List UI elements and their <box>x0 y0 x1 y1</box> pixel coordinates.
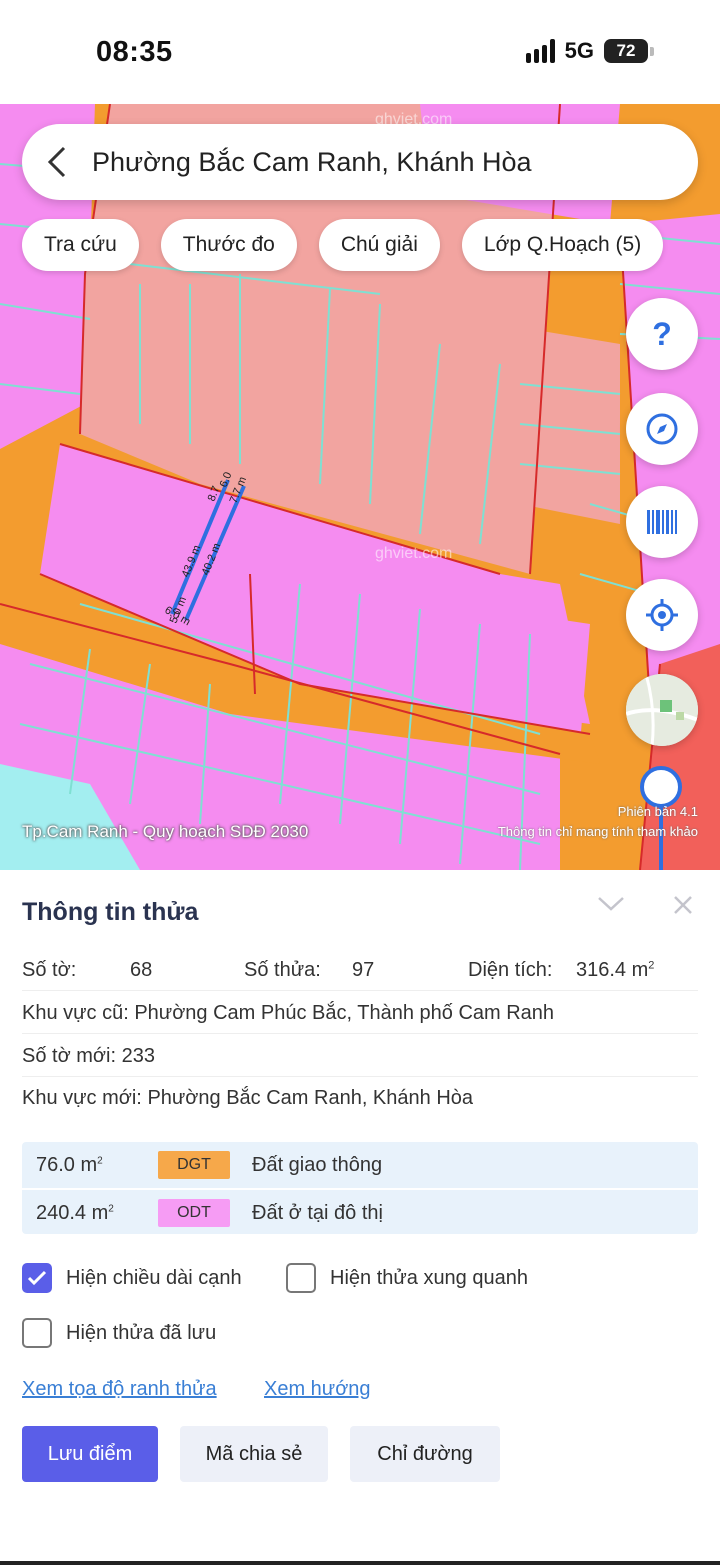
checkbox-unchecked[interactable] <box>286 1263 316 1293</box>
land-use-area: 76.0 m2 <box>36 1153 103 1176</box>
map-toolbar: Tra cứu Thước đo Chú giải Lớp Q.Hoạch (5… <box>22 219 664 271</box>
old-area-value: Phường Cam Phúc Bắc, Thành phố Cam Ranh <box>134 1002 555 1024</box>
land-use-code-badge: ODT <box>158 1199 230 1227</box>
status-time: 08:35 <box>96 36 173 68</box>
back-button[interactable] <box>22 124 92 200</box>
chip-legend[interactable]: Chú giải <box>318 219 440 271</box>
panel-title: Thông tin thửa <box>22 898 199 926</box>
home-indicator <box>0 1561 720 1565</box>
chip-planning-layers[interactable]: Lớp Q.Hoạch (5) <box>461 219 664 271</box>
land-use-table: 76.0 m2 DGT Đất giao thông 240.4 m2 ODT … <box>22 1142 698 1234</box>
close-button[interactable] <box>670 892 696 923</box>
view-direction-link[interactable]: Xem hướng <box>264 1378 371 1401</box>
chip-lookup[interactable]: Tra cứu <box>22 219 139 271</box>
compass-button[interactable] <box>626 393 698 465</box>
status-bar: 08:35 5G 72 <box>0 0 720 104</box>
land-use-name: Đất giao thông <box>252 1153 383 1176</box>
land-use-area: 240.4 m2 <box>36 1201 114 1224</box>
battery-level: 72 <box>604 39 648 63</box>
old-area-label: Khu vực cũ: <box>22 1002 129 1024</box>
new-sheet-row: Số tờ mới: 233 <box>22 1045 155 1068</box>
land-use-code-badge: DGT <box>158 1151 230 1179</box>
area-unit-superscript: 2 <box>648 959 655 972</box>
chevron-left-icon <box>47 146 66 178</box>
status-indicators: 5G 72 <box>525 38 654 64</box>
map-version-info: Phiên bản 4.1 Thông tin chỉ mang tính th… <box>498 802 698 842</box>
share-code-button[interactable]: Mã chia sẻ <box>180 1426 328 1482</box>
chevron-down-icon <box>598 897 624 911</box>
compass-icon <box>646 413 678 445</box>
new-sheet-value: 233 <box>121 1045 155 1067</box>
divider <box>22 1033 698 1034</box>
save-point-button[interactable]: Lưu điểm <box>22 1426 158 1482</box>
divider <box>22 990 698 991</box>
show-edge-length-checkbox[interactable]: Hiện chiều dài cạnh <box>22 1263 242 1293</box>
close-icon <box>674 896 692 914</box>
checkbox-unchecked[interactable] <box>22 1318 52 1348</box>
divider <box>22 1076 698 1077</box>
signal-icon <box>525 39 555 63</box>
map-version: Phiên bản 4.1 <box>617 804 698 819</box>
barcode-button[interactable] <box>626 486 698 558</box>
watermark-middle: ghviet.com <box>375 545 452 562</box>
collapse-button[interactable] <box>596 892 626 921</box>
map-disclaimer: Thông tin chỉ mang tính tham khảo <box>497 824 698 839</box>
new-area-row: Khu vực mới: Phường Bắc Cam Ranh, Khánh … <box>22 1087 473 1110</box>
parcel-number-value: 97 <box>352 959 375 981</box>
old-area-row: Khu vực cũ: Phường Cam Phúc Bắc, Thành p… <box>22 1002 554 1025</box>
checkbox-label: Hiện chiều dài cạnh <box>66 1266 242 1289</box>
new-area-label: Khu vực mới: <box>22 1087 142 1109</box>
parcel-info-panel: Thông tin thửa Số tờ: 68 Số thửa: 97 Diệ… <box>0 870 720 1565</box>
layer-thumbnail <box>626 674 698 746</box>
network-type: 5G <box>564 38 594 63</box>
sheet-number-label: Số tờ: <box>22 959 77 981</box>
map-caption: Tp.Cam Ranh - Quy hoạch SDĐ 2030 <box>22 822 309 841</box>
land-use-name: Đất ở tại đô thị <box>252 1201 383 1224</box>
help-icon: ? <box>652 315 672 352</box>
checkbox-label: Hiện thửa xung quanh <box>330 1266 528 1289</box>
sheet-number-value: 68 <box>130 959 153 981</box>
land-use-row: 76.0 m2 DGT Đất giao thông <box>22 1142 698 1188</box>
checkbox-checked[interactable] <box>22 1263 52 1293</box>
show-neighbor-parcels-checkbox[interactable]: Hiện thửa xung quanh <box>286 1263 528 1293</box>
search-location-text: Phường Bắc Cam Ranh, Khánh Hòa <box>92 146 532 177</box>
new-sheet-label: Số tờ mới: <box>22 1045 117 1067</box>
help-button[interactable]: ? <box>626 298 698 370</box>
search-bar[interactable]: Phường Bắc Cam Ranh, Khánh Hòa <box>22 124 698 200</box>
show-saved-parcels-checkbox[interactable]: Hiện thửa đã lưu <box>22 1318 216 1348</box>
barcode-icon <box>647 510 677 534</box>
locate-button[interactable] <box>626 579 698 651</box>
locate-icon <box>646 599 678 631</box>
base-map-toggle[interactable] <box>626 674 698 746</box>
checkbox-label: Hiện thửa đã lưu <box>66 1321 217 1344</box>
checkmark-icon <box>27 1270 47 1286</box>
battery-icon: 72 <box>604 39 654 63</box>
area-value: 316.4 m2 <box>576 959 655 981</box>
area-label: Diện tích: <box>468 959 553 981</box>
land-use-row: 240.4 m2 ODT Đất ở tại đô thị <box>22 1190 698 1236</box>
directions-button[interactable]: Chỉ đường <box>350 1426 500 1482</box>
view-boundary-coordinates-link[interactable]: Xem tọa độ ranh thửa <box>22 1378 217 1401</box>
new-area-value: Phường Bắc Cam Ranh, Khánh Hòa <box>147 1087 474 1109</box>
chip-ruler[interactable]: Thước đo <box>160 219 297 271</box>
parcel-number-label: Số thửa: <box>244 959 321 981</box>
